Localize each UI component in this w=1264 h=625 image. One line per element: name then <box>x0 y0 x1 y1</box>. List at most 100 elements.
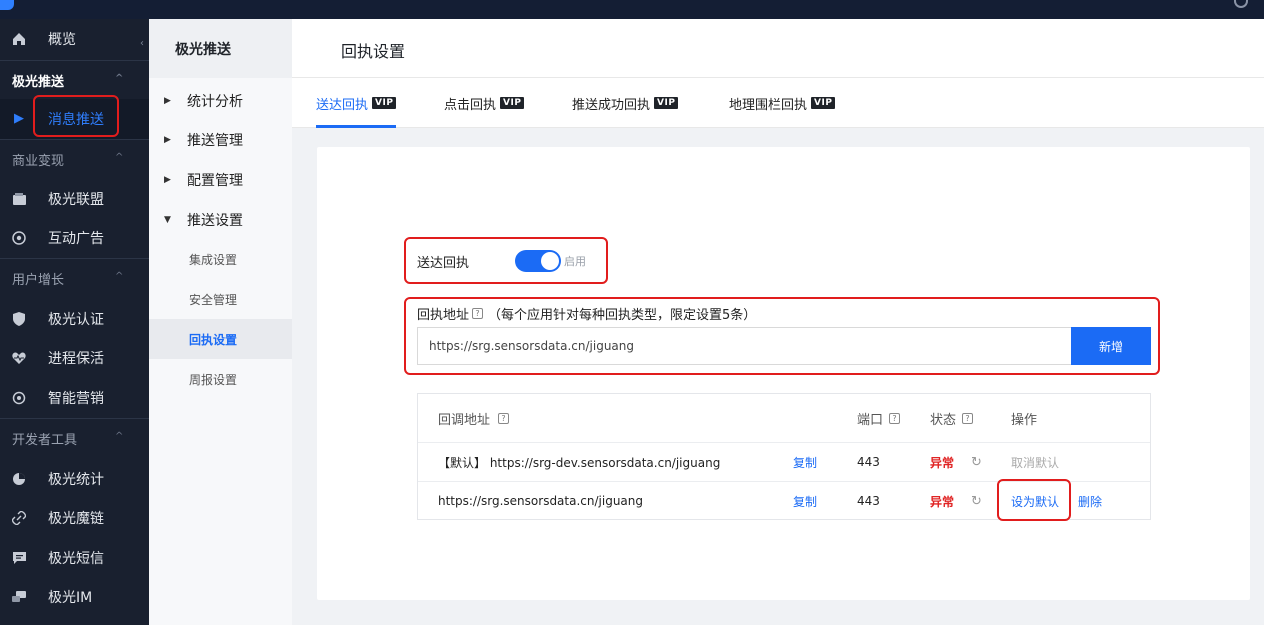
tab-label: 推送成功回执 <box>572 97 651 113</box>
chevron-right-icon: ▶ <box>164 96 171 106</box>
subnav-sub-receipt-settings[interactable]: 回执设置 <box>149 319 292 359</box>
sidebar-group-push[interactable]: 极光推送 ^ <box>0 61 149 99</box>
top-bar <box>0 0 1264 19</box>
secondary-nav-title: 极光推送 <box>149 19 292 78</box>
column-header-port: 端口 ? <box>857 394 905 442</box>
subnav-label: 配置管理 <box>187 173 243 189</box>
active-tab-indicator <box>316 125 396 128</box>
target-icon <box>12 231 26 245</box>
secondary-nav: 极光推送 ▶ 统计分析 ▶ 推送管理 ▶ 配置管理 ▼ 推送设置 集成设置 安全… <box>149 19 292 625</box>
sidebar-item-interactive-ads[interactable]: 互动广告 <box>0 218 149 258</box>
link-icon <box>12 511 26 525</box>
home-icon <box>12 32 26 46</box>
refresh-icon[interactable]: ↻ <box>971 482 982 520</box>
add-address-button[interactable]: 新增 <box>1071 327 1151 365</box>
tab-label: 点击回执 <box>444 97 497 113</box>
tab-delivery-receipt[interactable]: 送达回执 VIP <box>316 78 397 128</box>
unset-default-button[interactable]: 取消默认 <box>1011 443 1059 481</box>
page-header: 回执设置 <box>292 19 1264 78</box>
row-url: 【默认】 https://srg-dev.sensorsdata.cn/jigu… <box>438 455 721 470</box>
message-icon <box>12 551 26 565</box>
subnav-item-push-management[interactable]: ▶ 推送管理 <box>149 120 292 160</box>
chevron-up-icon: ^ <box>115 73 124 84</box>
sidebar-item-smart-marketing[interactable]: 智能营销 <box>0 378 149 418</box>
sidebar-item-verification[interactable]: 极光认证 <box>0 299 149 339</box>
subnav-label: 统计分析 <box>187 94 243 110</box>
sidebar-item-label: 极光IM <box>48 590 93 606</box>
delivery-receipt-switch[interactable] <box>515 250 562 272</box>
row-url: https://srg.sensorsdata.cn/jiguang <box>438 494 643 508</box>
row-port: 443 <box>857 455 880 469</box>
set-default-button[interactable]: 设为默认 <box>1011 482 1059 520</box>
pie-chart-icon <box>12 472 26 486</box>
sidebar-group-growth[interactable]: 用户增长 ^ <box>0 259 149 297</box>
play-icon: ▶ <box>14 111 24 126</box>
shield-icon <box>12 312 26 326</box>
sidebar-group-devtools[interactable]: 开发者工具 ^ <box>0 419 149 457</box>
toggle-label: 送达回执 <box>417 255 470 271</box>
callback-address-table: 回调地址 ? 端口 ? 状态 ? 操作 【默认】 https://srg-dev… <box>417 393 1151 520</box>
sidebar-item-magic-link[interactable]: 极光魔链 <box>0 498 149 538</box>
tab-click-receipt[interactable]: 点击回执 VIP <box>444 78 525 128</box>
logo-icon[interactable] <box>0 0 14 10</box>
sidebar-item-label: 极光统计 <box>48 472 104 488</box>
sidebar-item-label: 智能营销 <box>48 391 104 407</box>
sidebar-item-label: 极光短信 <box>48 551 104 567</box>
help-icon[interactable]: ? <box>498 412 510 424</box>
subnav-item-push-settings[interactable]: ▼ 推送设置 <box>149 200 292 240</box>
vip-badge: VIP <box>811 97 836 109</box>
help-icon[interactable]: ? <box>889 412 901 424</box>
switch-state-text: 启用 <box>564 255 587 268</box>
sidebar-item-im[interactable]: 极光IM <box>0 577 149 617</box>
receipt-settings-card: 送达回执 启用 回执地址 ? （每个应用针对每种回执类型，限定设置5条） 新增 … <box>317 147 1250 600</box>
chevron-down-icon: ▼ <box>164 215 171 225</box>
sidebar-item-label: 互动广告 <box>48 231 104 247</box>
sidebar-group-monetize[interactable]: 商业变现 ^ <box>0 140 149 178</box>
group-label: 商业变现 <box>12 153 65 169</box>
heart-pulse-icon <box>12 351 26 365</box>
group-label: 用户增长 <box>12 272 65 288</box>
copy-link[interactable]: 复制 <box>793 482 817 520</box>
chevron-right-icon: ▶ <box>164 175 171 185</box>
subnav-sub-security[interactable]: 安全管理 <box>149 279 292 319</box>
subnav-sub-weekly-report[interactable]: 周报设置 <box>149 359 292 399</box>
sidebar-item-sms[interactable]: 极光短信 <box>0 538 149 578</box>
help-icon[interactable]: ? <box>472 308 484 319</box>
switch-knob <box>541 252 560 270</box>
subnav-label: 推送管理 <box>187 133 243 149</box>
column-header-status: 状态 ? <box>930 394 978 442</box>
sidebar-item-overview[interactable]: 概览 <box>0 19 149 59</box>
header-text: 状态 <box>930 412 957 428</box>
tab-push-success-receipt[interactable]: 推送成功回执 VIP <box>572 78 679 128</box>
sidebar-item-label: 极光认证 <box>48 312 104 328</box>
sidebar-item-label: 进程保活 <box>48 351 104 367</box>
subnav-label: 推送设置 <box>187 213 243 229</box>
vip-badge: VIP <box>654 97 679 109</box>
status-badge: 异常 <box>930 494 955 509</box>
refresh-icon[interactable]: ↻ <box>971 443 982 481</box>
sidebar-item-analytics[interactable]: 极光统计 <box>0 459 149 499</box>
tab-label: 地理围栏回执 <box>729 97 808 113</box>
subnav-sub-integration[interactable]: 集成设置 <box>149 239 292 279</box>
delete-button[interactable]: 删除 <box>1078 482 1102 520</box>
sidebar-item-message-push[interactable]: ▶ 消息推送 <box>0 99 149 139</box>
chevron-up-icon: ^ <box>115 152 124 163</box>
group-label: 开发者工具 <box>12 432 78 448</box>
subnav-item-config-management[interactable]: ▶ 配置管理 <box>149 160 292 200</box>
subnav-item-statistics[interactable]: ▶ 统计分析 <box>149 81 292 121</box>
tab-geofence-receipt[interactable]: 地理围栏回执 VIP <box>729 78 836 128</box>
sidebar-item-alliance[interactable]: 极光联盟 <box>0 179 149 219</box>
page-title: 回执设置 <box>341 42 406 61</box>
receipt-address-label: 回执地址 ? （每个应用针对每种回执类型，限定设置5条） <box>417 304 756 323</box>
receipt-tabs: 送达回执 VIP 点击回执 VIP 推送成功回执 VIP 地理围栏回执 VIP <box>292 78 1264 128</box>
receipt-address-input[interactable] <box>417 327 1071 365</box>
column-header-url: 回调地址 ? <box>438 394 514 442</box>
user-avatar-icon[interactable] <box>1234 0 1248 8</box>
group-label: 极光推送 <box>12 74 65 90</box>
sidebar-item-label: 概览 <box>48 32 76 48</box>
help-icon[interactable]: ? <box>962 412 974 424</box>
sidebar-item-keepalive[interactable]: 进程保活 <box>0 338 149 378</box>
copy-link[interactable]: 复制 <box>793 443 817 481</box>
wallet-icon <box>12 192 26 206</box>
chevron-up-icon: ^ <box>115 271 124 282</box>
